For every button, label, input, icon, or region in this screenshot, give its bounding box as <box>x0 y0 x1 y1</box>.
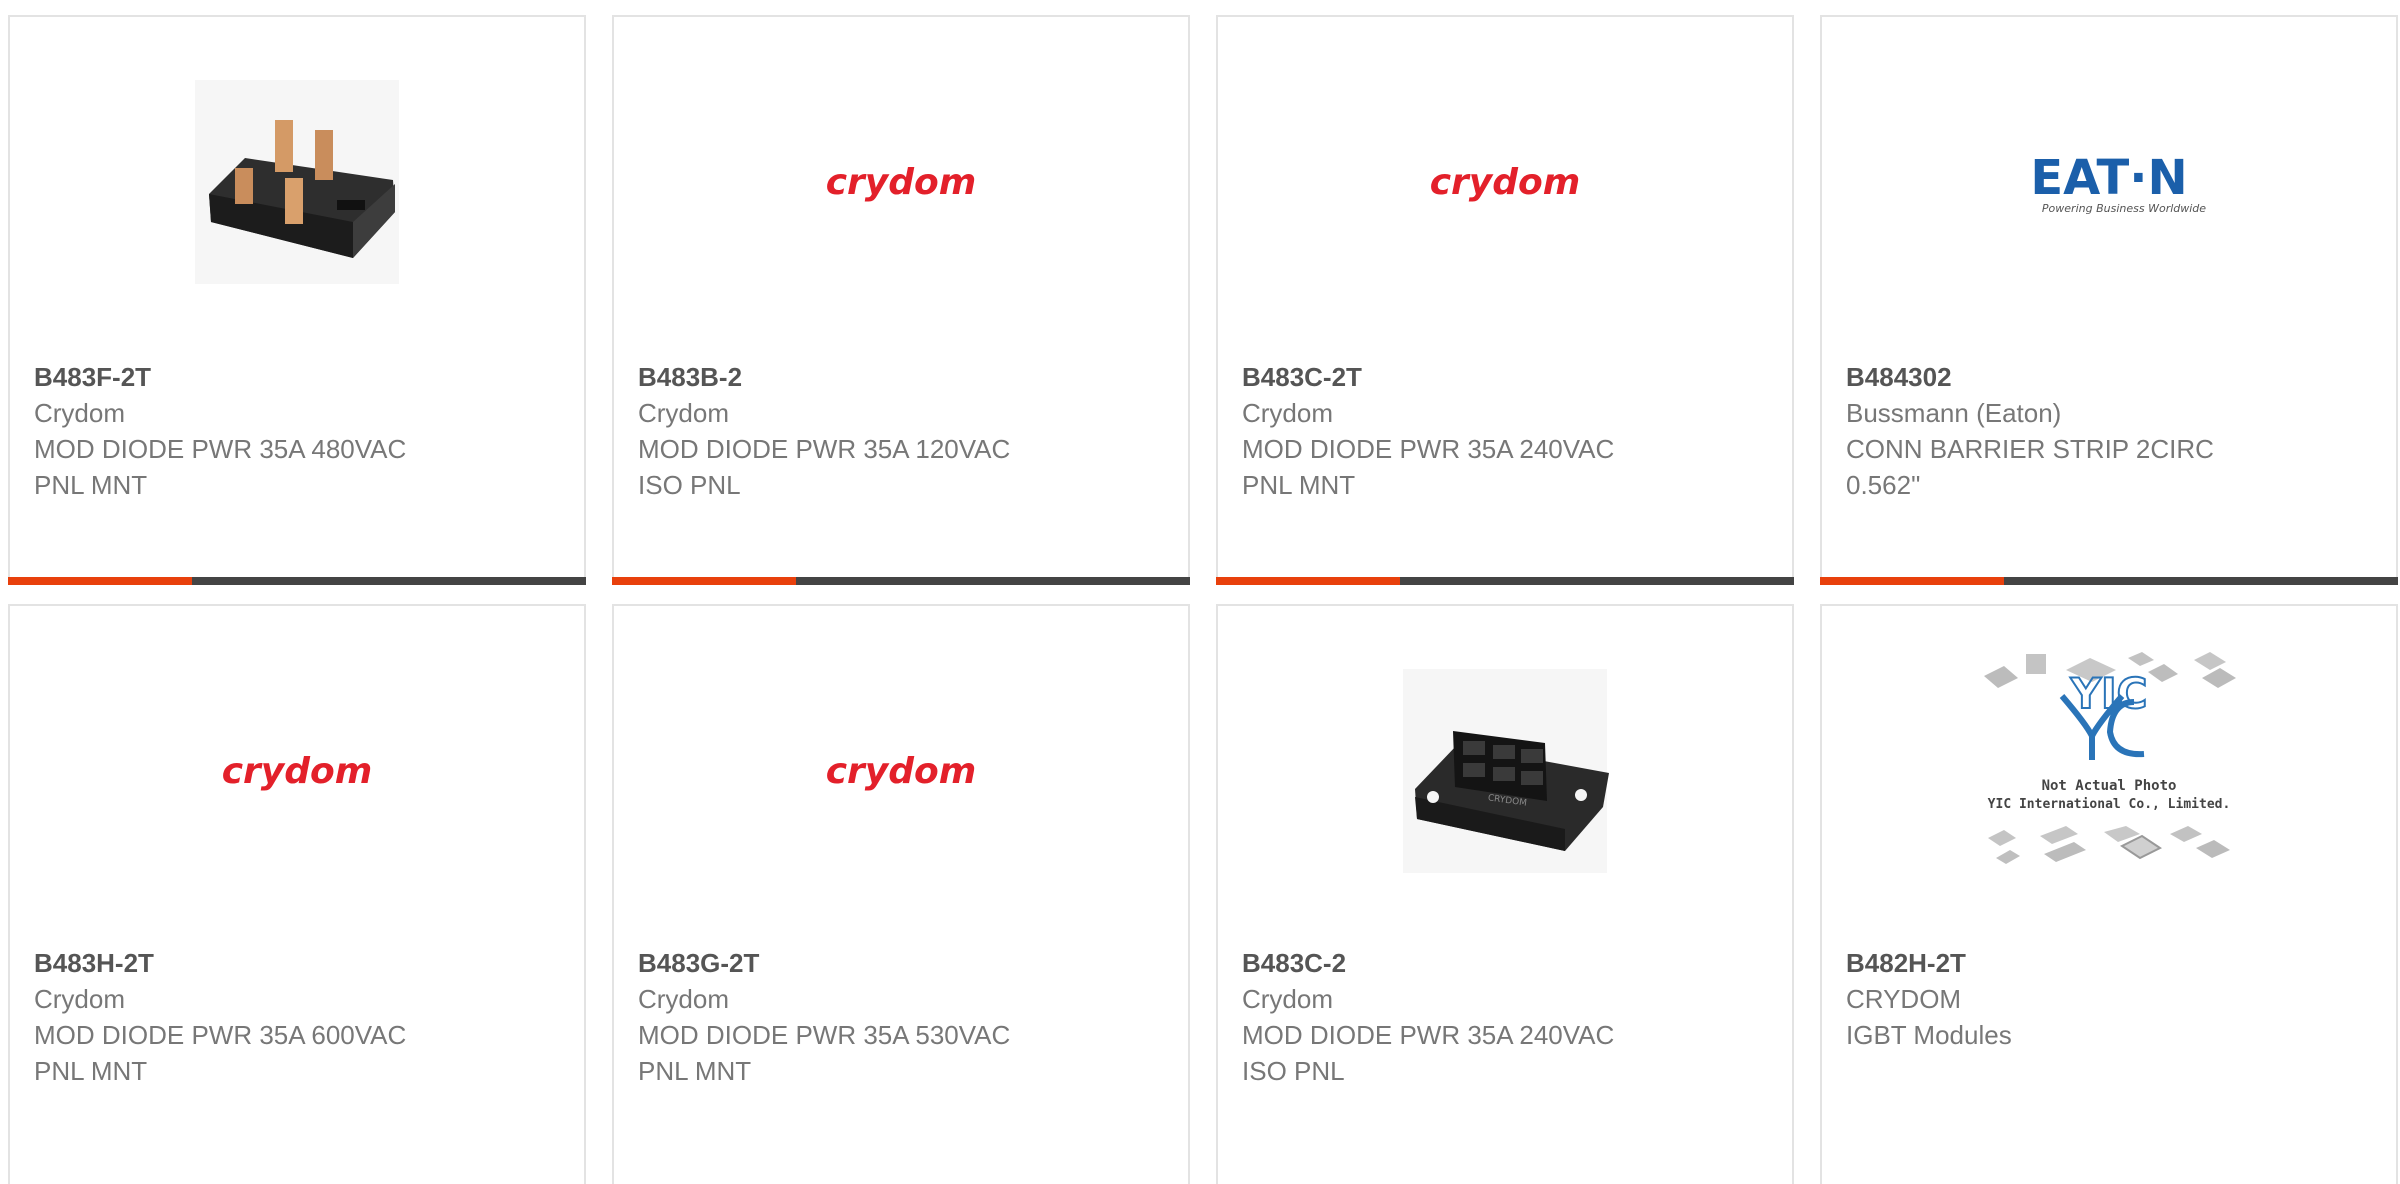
manufacturer: Crydom <box>1242 984 1334 1014</box>
product-card[interactable]: crydom B483G-2T Crydom MOD DIODE PWR 35A… <box>612 604 1190 1184</box>
part-number[interactable]: B483H-2T <box>34 945 454 981</box>
product-card[interactable]: B483F-2T Crydom MOD DIODE PWR 35A 480VAC… <box>8 15 586 585</box>
description: MOD DIODE PWR 35A 600VAC PNL MNT <box>34 1020 407 1086</box>
product-card[interactable]: crydom B483H-2T Crydom MOD DIODE PWR 35A… <box>8 604 586 1184</box>
product-image[interactable]: crydom <box>10 606 584 936</box>
manufacturer: Crydom <box>34 398 126 428</box>
part-number[interactable]: B482H-2T <box>1846 945 2266 981</box>
part-number[interactable]: B484302 <box>1846 359 2266 395</box>
manufacturer: Bussmann (Eaton) <box>1846 398 2062 428</box>
manufacturer: Crydom <box>34 984 126 1014</box>
svg-text:crydom: crydom <box>826 162 977 203</box>
description: IGBT Modules <box>1846 1020 2012 1050</box>
product-image[interactable]: EAT·N Powering Business Worldwide <box>1822 17 2396 347</box>
description: MOD DIODE PWR 35A 240VAC PNL MNT <box>1242 434 1615 500</box>
yic-placeholder: YIC Not Actual Photo YIC International C… <box>1984 652 2236 864</box>
product-image[interactable]: CRYDOM <box>1218 606 1792 936</box>
card-accent-bar <box>612 577 1190 585</box>
product-image[interactable]: crydom <box>614 606 1188 936</box>
svg-text:Powering Business Worldwide: Powering Business Worldwide <box>2042 202 2206 215</box>
product-info: B483C-2 Crydom MOD DIODE PWR 35A 240VAC … <box>1242 945 1662 1089</box>
product-card[interactable]: CRYDOM B483C-2 Crydom MOD DIODE PWR 35A … <box>1216 604 1794 1184</box>
manufacturer: Crydom <box>638 398 730 428</box>
product-card[interactable]: EAT·N Powering Business Worldwide B48430… <box>1820 15 2398 585</box>
part-number[interactable]: B483B-2 <box>638 359 1058 395</box>
svg-text:crydom: crydom <box>222 751 373 792</box>
card-accent-bar <box>1820 577 2398 585</box>
product-card[interactable]: crydom B483B-2 Crydom MOD DIODE PWR 35A … <box>612 15 1190 585</box>
manufacturer: CRYDOM <box>1846 984 1962 1014</box>
product-info: B483F-2T Crydom MOD DIODE PWR 35A 480VAC… <box>34 359 454 503</box>
product-info: B483H-2T Crydom MOD DIODE PWR 35A 600VAC… <box>34 945 454 1089</box>
diode-module-iso-photo: CRYDOM <box>1403 669 1609 873</box>
svg-text:EAT·N: EAT·N <box>2030 150 2187 206</box>
svg-text:crydom: crydom <box>826 751 977 792</box>
product-image[interactable]: crydom <box>614 17 1188 347</box>
description: MOD DIODE PWR 35A 530VAC PNL MNT <box>638 1020 1011 1086</box>
svg-text:crydom: crydom <box>1430 162 1581 203</box>
svg-text:Not Actual Photo: Not Actual Photo <box>2042 778 2177 794</box>
manufacturer: Crydom <box>1242 398 1334 428</box>
product-card[interactable]: crydom B483C-2T Crydom MOD DIODE PWR 35A… <box>1216 15 1794 585</box>
product-image[interactable]: YIC Not Actual Photo YIC International C… <box>1822 606 2396 936</box>
product-image[interactable] <box>10 17 584 347</box>
diode-module-photo <box>195 80 399 284</box>
crydom-logo: crydom <box>222 751 373 792</box>
crydom-logo: crydom <box>826 751 977 792</box>
manufacturer: Crydom <box>638 984 730 1014</box>
part-number[interactable]: B483C-2T <box>1242 359 1662 395</box>
product-info: B484302 Bussmann (Eaton) CONN BARRIER ST… <box>1846 359 2266 503</box>
description: MOD DIODE PWR 35A 480VAC PNL MNT <box>34 434 407 500</box>
svg-text:YIC: YIC <box>2070 669 2148 718</box>
product-card[interactable]: YIC Not Actual Photo YIC International C… <box>1820 604 2398 1184</box>
svg-text:YIC International Co., Limited: YIC International Co., Limited. <box>1988 797 2231 812</box>
product-info: B483G-2T Crydom MOD DIODE PWR 35A 530VAC… <box>638 945 1058 1089</box>
crydom-logo: crydom <box>1430 162 1581 203</box>
part-number[interactable]: B483C-2 <box>1242 945 1662 981</box>
eaton-logo: EAT·N Powering Business Worldwide <box>2030 150 2206 215</box>
description: CONN BARRIER STRIP 2CIRC 0.562" <box>1846 434 2214 500</box>
crydom-logo: crydom <box>826 162 977 203</box>
card-accent-bar <box>1216 577 1794 585</box>
product-info: B483C-2T Crydom MOD DIODE PWR 35A 240VAC… <box>1242 359 1662 503</box>
product-image[interactable]: crydom <box>1218 17 1792 347</box>
product-info: B483B-2 Crydom MOD DIODE PWR 35A 120VAC … <box>638 359 1058 503</box>
description: MOD DIODE PWR 35A 120VAC ISO PNL <box>638 434 1011 500</box>
product-info: B482H-2T CRYDOM IGBT Modules <box>1846 945 2266 1053</box>
product-grid: B483F-2T Crydom MOD DIODE PWR 35A 480VAC… <box>0 0 2400 1184</box>
card-accent-bar <box>8 577 586 585</box>
part-number[interactable]: B483G-2T <box>638 945 1058 981</box>
description: MOD DIODE PWR 35A 240VAC ISO PNL <box>1242 1020 1615 1086</box>
part-number[interactable]: B483F-2T <box>34 359 454 395</box>
